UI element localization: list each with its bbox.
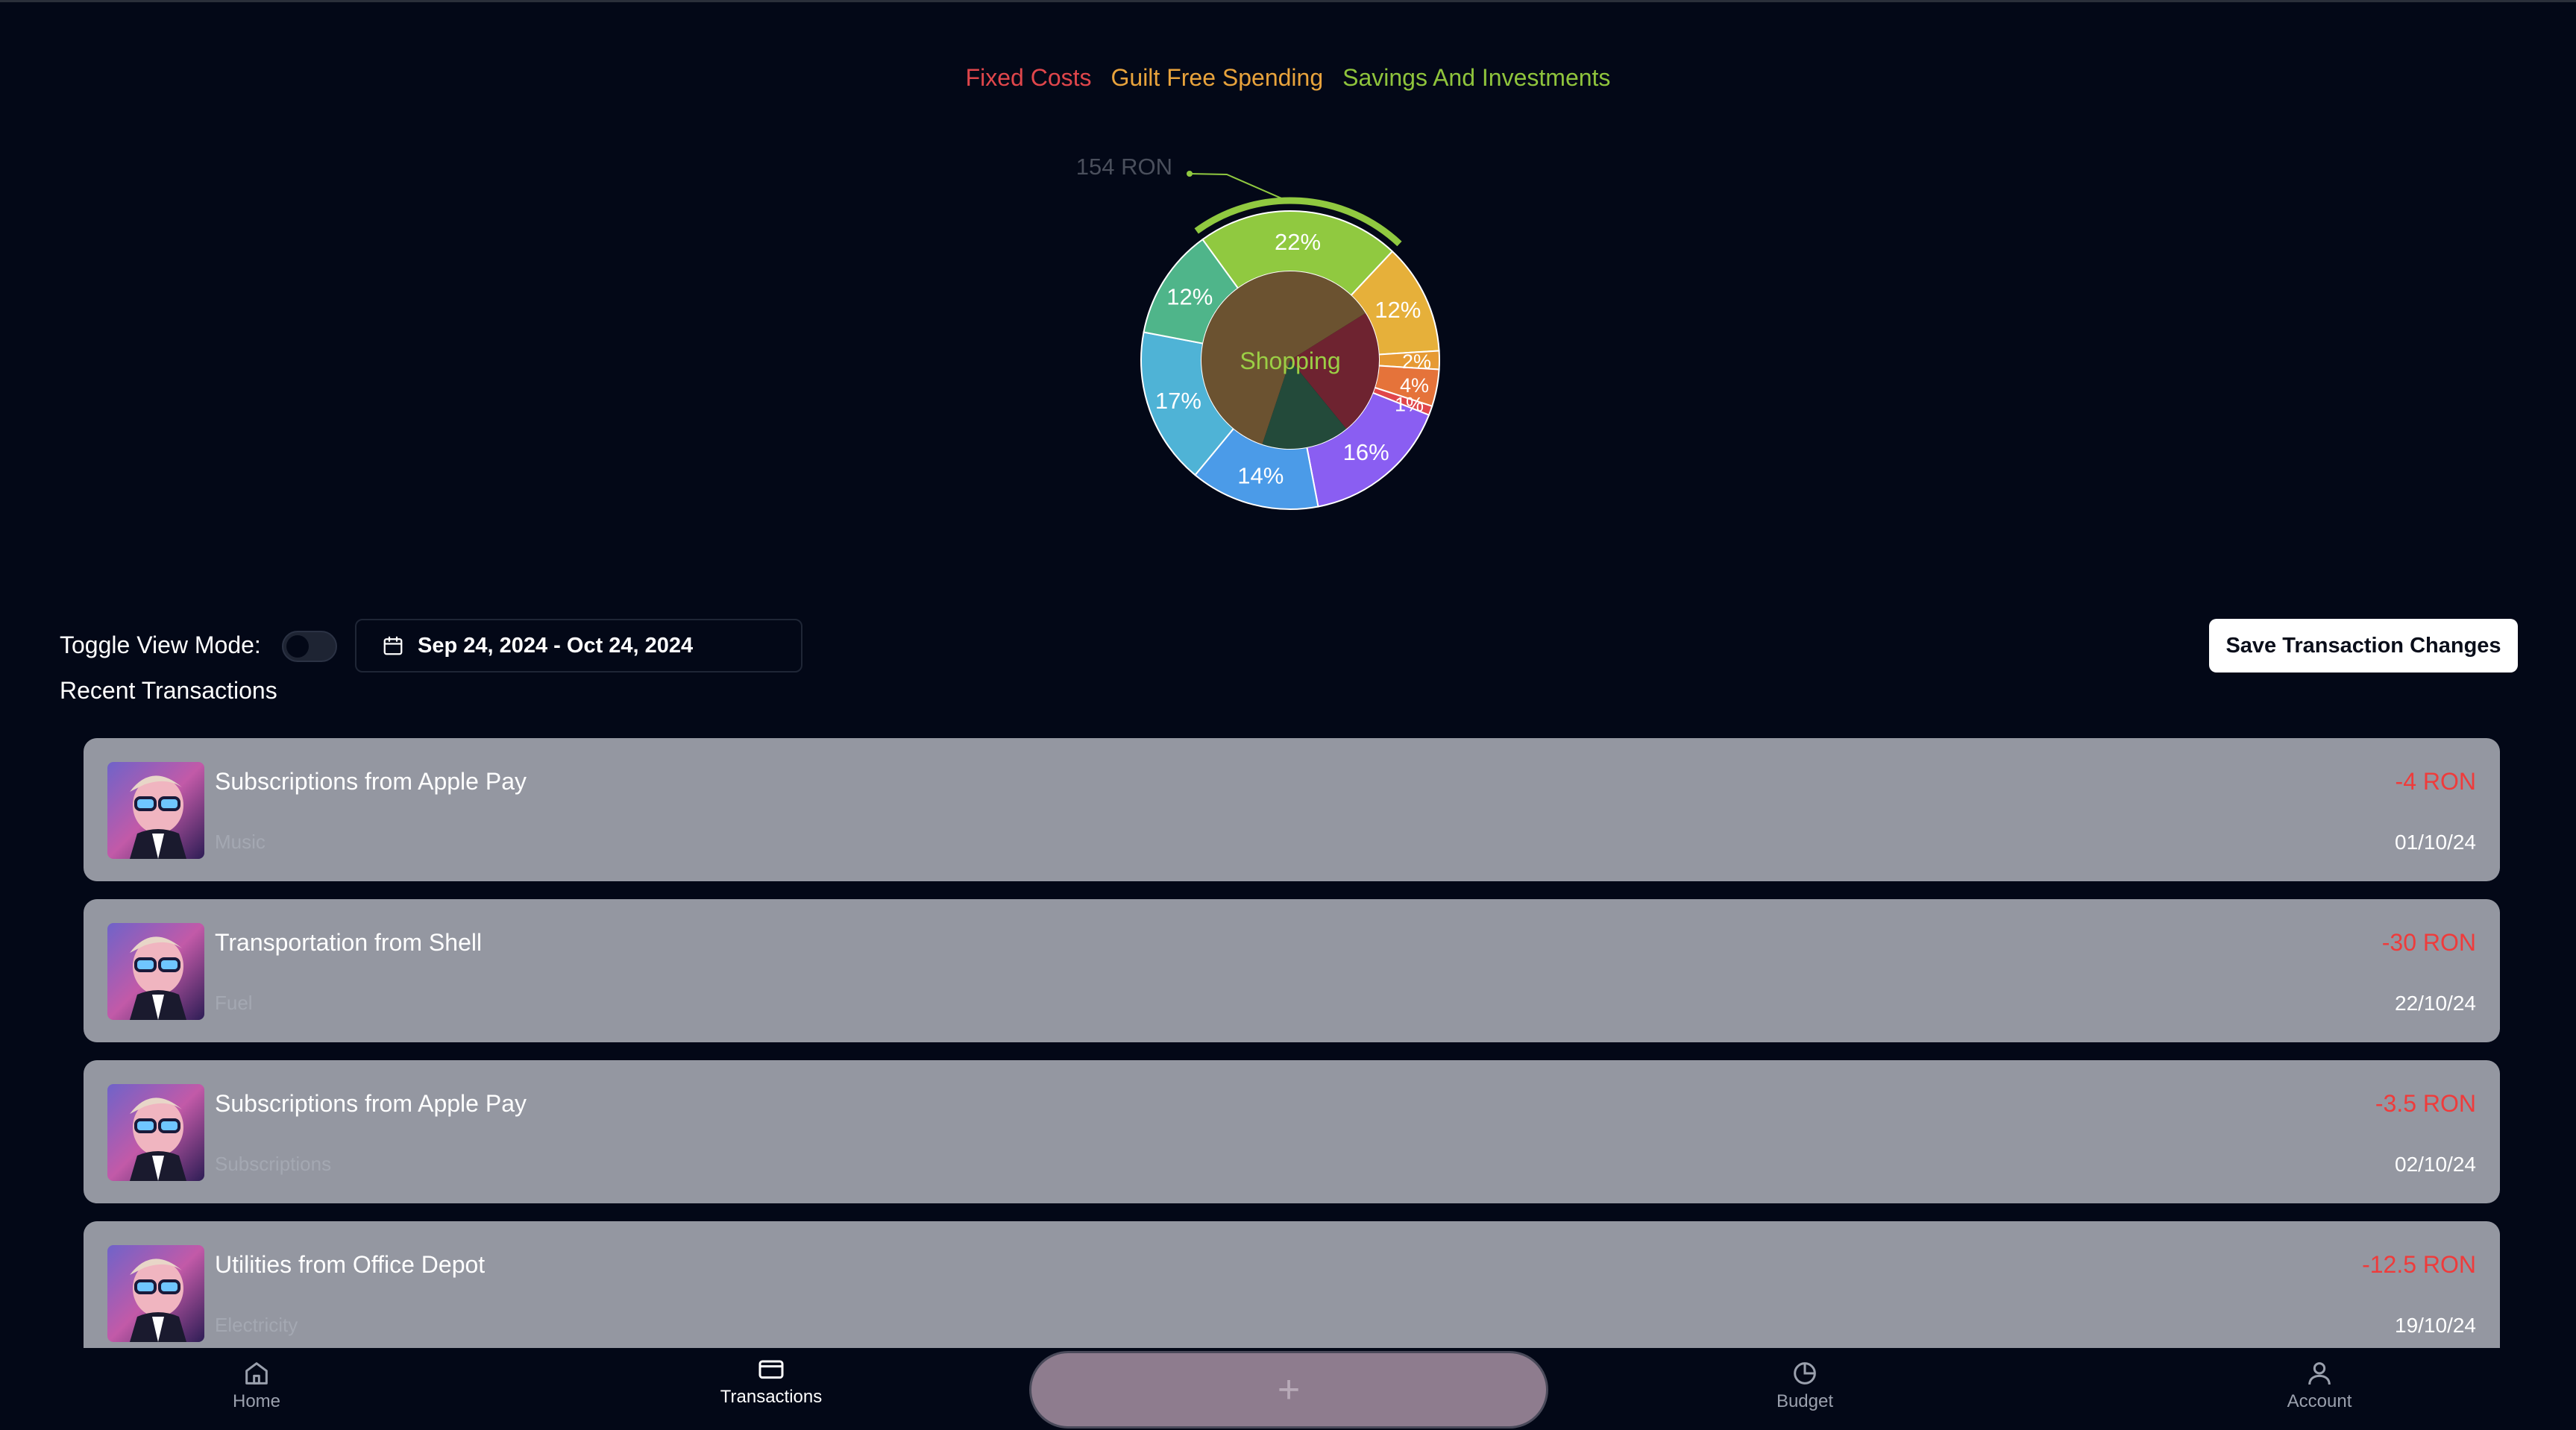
callout-value: 154 RON <box>1076 154 1172 180</box>
user-icon <box>2308 1362 2331 1385</box>
nav-budget[interactable]: Budget <box>1730 1358 1879 1412</box>
slice-label: 22% <box>1275 229 1321 255</box>
chart-legend: Fixed Costs Guilt Free Spending Savings … <box>0 64 2576 92</box>
add-transaction-button[interactable]: + <box>1029 1351 1548 1429</box>
toggle-view-mode-label: Toggle View Mode: <box>60 631 261 658</box>
transaction-date: 22/10/24 <box>2395 992 2476 1015</box>
slice-label: 16% <box>1343 439 1389 465</box>
transaction-date: 01/10/24 <box>2395 831 2476 854</box>
slice-label: 14% <box>1237 462 1284 488</box>
slice-label: 17% <box>1155 388 1201 414</box>
transaction-title: Subscriptions from Apple Pay <box>215 1090 527 1117</box>
recent-transactions-heading: Recent Transactions <box>60 677 277 704</box>
transaction-amount: -30 RON <box>2381 929 2476 956</box>
transaction-title: Subscriptions from Apple Pay <box>215 768 527 795</box>
transaction-amount: -3.5 RON <box>2375 1090 2476 1117</box>
bottom-navigation: Home Transactions + Budget Account <box>0 1348 2576 1430</box>
legend-fixed-costs[interactable]: Fixed Costs <box>966 64 1092 92</box>
legend-savings-and-investments[interactable]: Savings And Investments <box>1342 64 1610 92</box>
transactions-list[interactable]: Subscriptions from Apple Pay Music -4 RO… <box>84 738 2500 1348</box>
nav-budget-label: Budget <box>1776 1391 1834 1411</box>
top-border <box>0 0 2576 2</box>
date-range-picker[interactable]: Sep 24, 2024 - Oct 24, 2024 <box>355 619 802 673</box>
transaction-card[interactable]: Utilities from Office Depot Electricity … <box>84 1221 2500 1348</box>
nav-home[interactable]: Home <box>182 1358 331 1412</box>
transaction-category: Subscriptions <box>215 1153 332 1175</box>
transaction-title: Utilities from Office Depot <box>215 1251 486 1278</box>
transaction-category: Music <box>215 831 266 853</box>
transaction-category: Fuel <box>215 992 253 1014</box>
nav-account[interactable]: Account <box>2245 1358 2394 1412</box>
transaction-title: Transportation from Shell <box>215 929 483 956</box>
callout-leader-line <box>1189 173 1284 201</box>
transaction-date: 19/10/24 <box>2395 1314 2476 1337</box>
plus-icon: + <box>1277 1368 1301 1411</box>
transaction-amount: -12.5 RON <box>2362 1251 2476 1278</box>
pie-chart-icon <box>1794 1362 1816 1385</box>
nav-transactions[interactable]: Transactions <box>697 1354 846 1408</box>
view-mode-toggle[interactable] <box>282 631 337 662</box>
transaction-date: 02/10/24 <box>2395 1153 2476 1176</box>
spending-donut-chart[interactable]: 22%12%2%4%1%16%14%17%12%Shopping154 RON <box>1044 134 1536 537</box>
callout-dot <box>1187 171 1193 177</box>
transaction-amount: -4 RON <box>2395 768 2476 795</box>
chart-center-label: Shopping <box>1240 347 1340 374</box>
transaction-card[interactable]: Subscriptions from Apple Pay Subscriptio… <box>84 1060 2500 1203</box>
credit-card-icon <box>758 1360 784 1379</box>
avatar <box>107 1245 204 1342</box>
toggle-knob <box>286 635 309 658</box>
save-transaction-changes-button[interactable]: Save Transaction Changes <box>2209 619 2518 673</box>
legend-guilt-free-spending[interactable]: Guilt Free Spending <box>1111 64 1324 92</box>
calendar-icon <box>383 636 403 655</box>
slice-label: 12% <box>1375 297 1421 323</box>
date-range-text: Sep 24, 2024 - Oct 24, 2024 <box>418 633 694 658</box>
transaction-card[interactable]: Subscriptions from Apple Pay Music -4 RO… <box>84 738 2500 881</box>
nav-account-label: Account <box>2287 1391 2352 1411</box>
slice-label: 12% <box>1166 284 1213 310</box>
avatar <box>107 762 204 859</box>
transaction-card[interactable]: Transportation from Shell Fuel -30 RON 2… <box>84 899 2500 1042</box>
transaction-category: Electricity <box>215 1314 298 1336</box>
avatar <box>107 923 204 1020</box>
avatar <box>107 1084 204 1181</box>
slice-label: 1% <box>1395 393 1424 415</box>
nav-transactions-label: Transactions <box>720 1387 823 1407</box>
home-icon <box>245 1362 268 1385</box>
nav-home-label: Home <box>232 1391 281 1411</box>
slice-label: 2% <box>1402 350 1431 373</box>
